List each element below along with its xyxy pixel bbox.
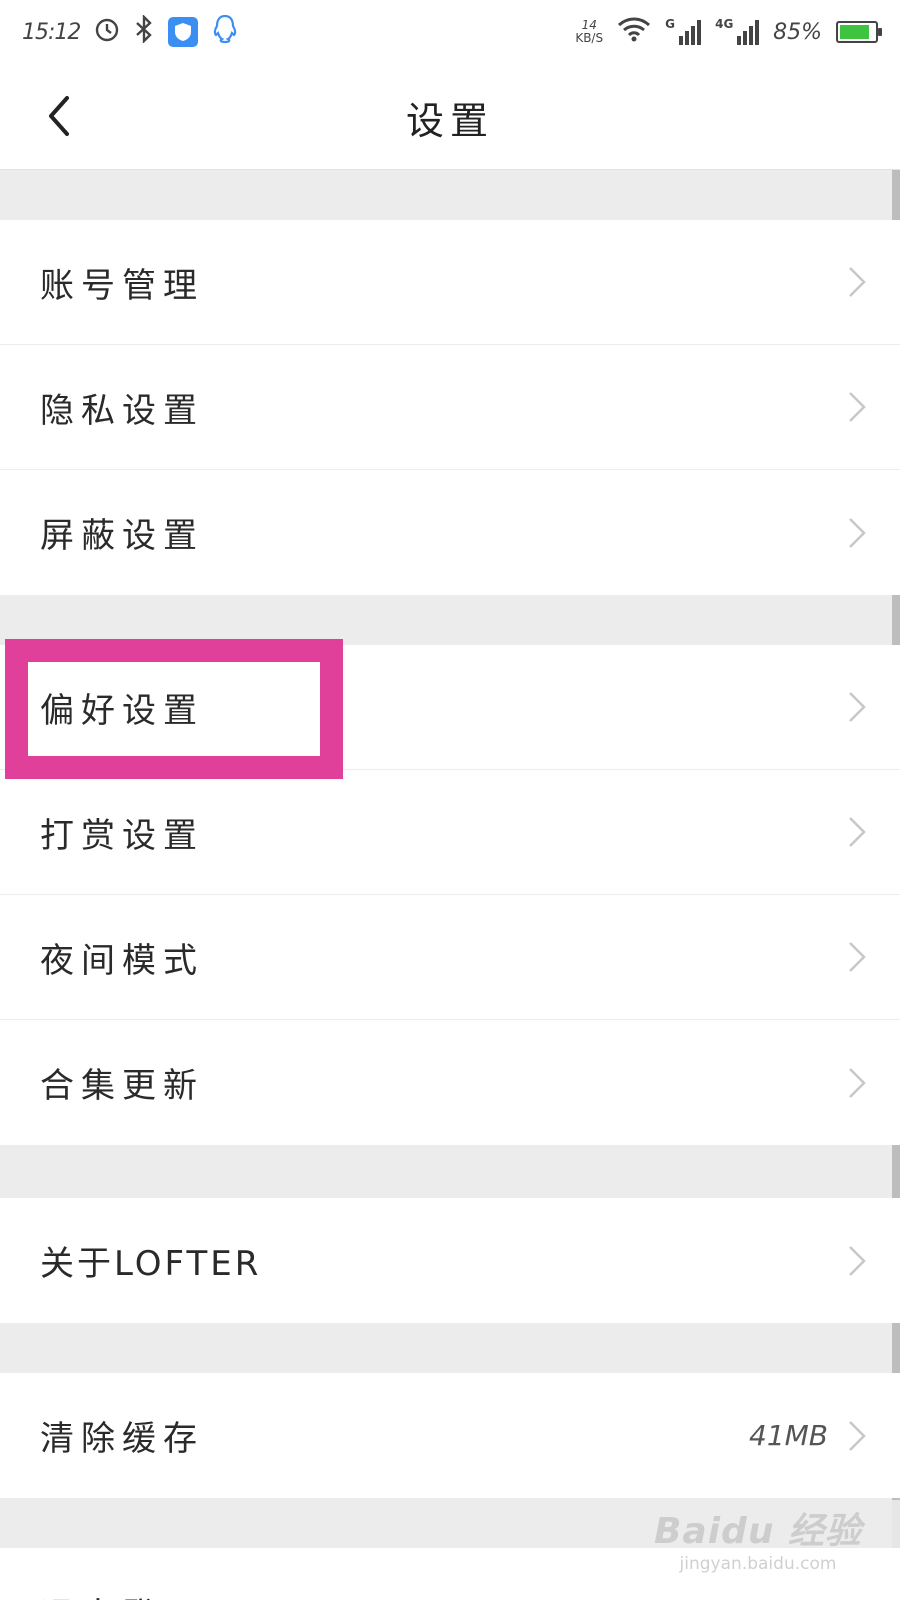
status-time: 15:12: [22, 19, 81, 45]
battery-percent: 85%: [773, 19, 822, 45]
chevron-right-icon: [849, 267, 866, 297]
settings-group-about: 关于LOFTER: [0, 1198, 900, 1323]
settings-item-about[interactable]: 关于LOFTER: [0, 1198, 900, 1323]
settings-item-reward[interactable]: 打赏设置: [0, 770, 900, 895]
status-right: 14 KB/S G 4G 85%: [575, 16, 882, 48]
chevron-right-icon: [849, 1067, 866, 1098]
wifi-icon: [617, 16, 651, 48]
page-title: 设置: [405, 98, 494, 143]
settings-item-logout[interactable]: 退出登录: [0, 1548, 900, 1600]
settings-item-block[interactable]: 屏蔽设置: [0, 470, 900, 595]
settings-item-night-mode[interactable]: 夜间模式: [0, 895, 900, 1020]
qq-icon: [212, 14, 238, 50]
cache-size-value: 41MB: [749, 1419, 828, 1452]
settings-item-account-management[interactable]: 账号管理: [0, 220, 900, 345]
settings-item-label: 打赏设置: [40, 815, 204, 856]
status-bar: 15:12 14 KB/S G 4G 85%: [0, 0, 900, 64]
signal-icon-2: 4G: [715, 17, 760, 45]
settings-item-label: 清除缓存: [40, 1419, 204, 1459]
settings-item-collection-update[interactable]: 合集更新: [0, 1020, 900, 1145]
settings-item-label: 隐私设置: [40, 390, 204, 431]
chevron-right-icon: [849, 392, 866, 422]
settings-item-label: 偏好设置: [40, 690, 204, 731]
chevron-right-icon: [849, 1420, 866, 1451]
settings-group-account: 账号管理 隐私设置 屏蔽设置: [0, 220, 900, 595]
battery-icon: [836, 21, 882, 43]
signal-icon-1: G: [665, 17, 702, 45]
signal-1-tag: G: [665, 17, 675, 31]
watermark-main: Baidu 经验: [653, 1511, 862, 1552]
settings-item-label: 关于LOFTER: [40, 1244, 262, 1284]
signal-2-tag: 4G: [715, 17, 734, 31]
settings-item-label: 退出登录: [40, 1588, 204, 1600]
chevron-right-icon: [849, 517, 866, 548]
bluetooth-icon: [134, 14, 154, 49]
settings-item-label: 夜间模式: [40, 940, 204, 981]
status-left: 15:12: [22, 14, 238, 50]
network-speed: 14 KB/S: [575, 19, 603, 45]
settings-item-label: 合集更新: [40, 1066, 204, 1106]
settings-group-cache: 清除缓存 41MB: [0, 1373, 900, 1498]
settings-item-label: 屏蔽设置: [40, 516, 204, 556]
network-speed-unit: KB/S: [575, 31, 604, 45]
settings-group-preferences: 偏好设置 打赏设置 夜间模式 合集更新: [0, 645, 900, 1145]
chevron-right-icon: [849, 1245, 866, 1276]
chevron-right-icon: [849, 942, 866, 972]
battery-fill: [840, 25, 869, 39]
chevron-right-icon: [849, 692, 866, 722]
nav-bar: 设置: [0, 64, 900, 170]
settings-item-preferences[interactable]: 偏好设置: [0, 645, 900, 770]
shield-icon: [168, 17, 199, 47]
alarm-icon: [94, 16, 120, 48]
chevron-right-icon: [849, 817, 866, 847]
settings-item-label: 账号管理: [40, 265, 204, 306]
settings-item-privacy[interactable]: 隐私设置: [0, 345, 900, 470]
settings-item-clear-cache[interactable]: 清除缓存 41MB: [0, 1373, 900, 1498]
settings-group-logout: 退出登录: [0, 1548, 900, 1600]
